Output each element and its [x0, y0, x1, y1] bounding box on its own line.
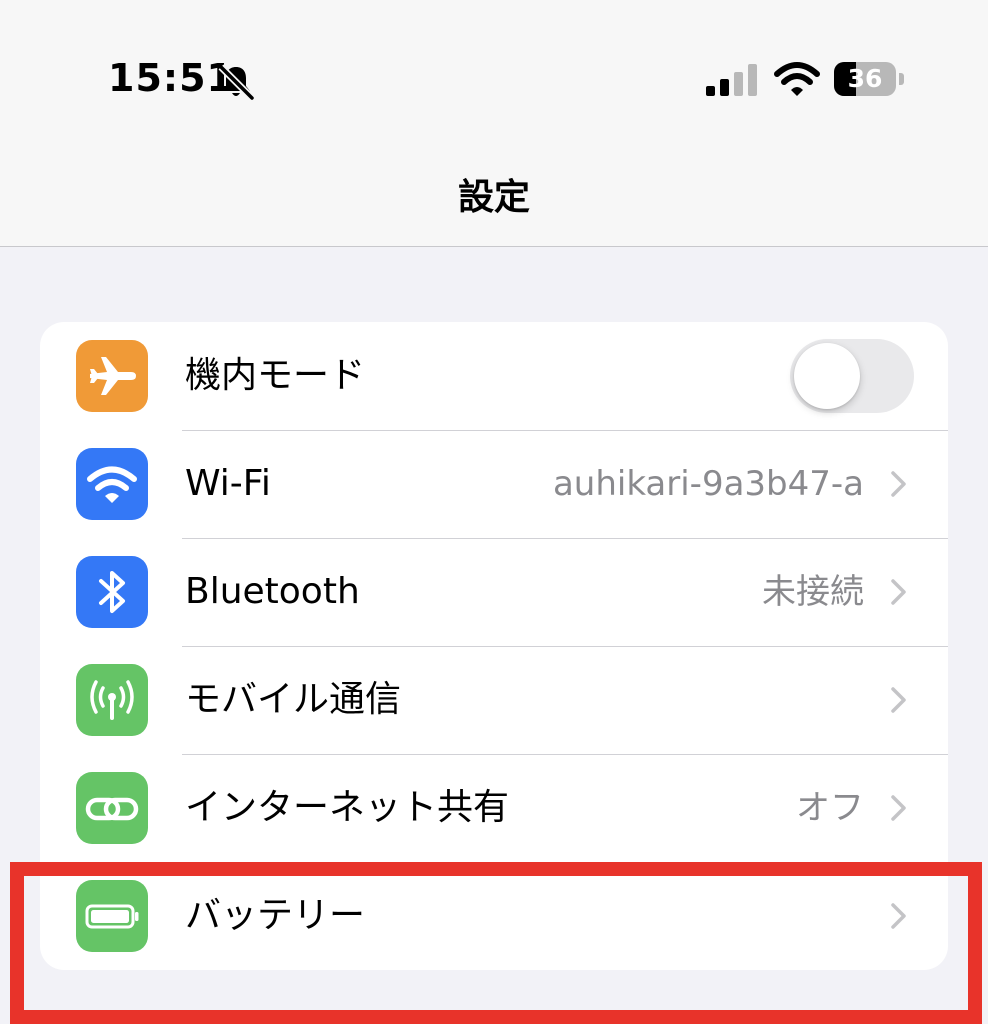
personal-hotspot-status: オフ [796, 788, 864, 828]
wifi-icon [774, 62, 820, 96]
chevron-right-icon [891, 687, 906, 713]
wifi-network-name: auhikari-9a3b47-a [552, 464, 864, 504]
page-title: 設定 [457, 177, 530, 218]
chevron-right-icon [891, 903, 906, 929]
settings-row-bluetooth[interactable]: Bluetooth 未接続 [40, 538, 948, 646]
bell-slash-icon [218, 64, 255, 101]
status-bar: 15:51 36 [0, 0, 988, 150]
settings-row-label: バッテリー [185, 895, 366, 936]
settings-row-label: モバイル通信 [185, 679, 402, 720]
chevron-right-icon [891, 795, 906, 821]
bluetooth-icon [76, 556, 148, 628]
wifi-icon [76, 448, 148, 520]
chevron-right-icon [891, 579, 906, 605]
airplane-icon [76, 340, 148, 412]
battery-percentage: 36 [847, 64, 883, 93]
settings-row-mobile-data[interactable]: モバイル通信 [40, 646, 948, 754]
bluetooth-status: 未接続 [762, 572, 864, 612]
personal-hotspot-icon [76, 772, 148, 844]
chevron-right-icon [891, 471, 906, 497]
battery-status-indicator: 36 [834, 62, 904, 96]
airplane-mode-toggle[interactable] [790, 339, 914, 413]
cellular-signal-icon [706, 64, 757, 96]
settings-row-battery[interactable]: バッテリー [40, 862, 948, 970]
settings-row-personal-hotspot[interactable]: インターネット共有 オフ [40, 754, 948, 862]
settings-row-label: Wi-Fi [185, 463, 271, 504]
settings-row-airplane-mode[interactable]: 機内モード [40, 322, 948, 430]
settings-row-label: 機内モード [185, 355, 366, 396]
navigation-header: 15:51 36 設定 [0, 0, 988, 247]
settings-row-label: インターネット共有 [185, 787, 510, 828]
settings-row-label: Bluetooth [185, 571, 360, 612]
settings-row-wifi[interactable]: Wi-Fi auhikari-9a3b47-a [40, 430, 948, 538]
battery-icon [76, 880, 148, 952]
battery-terminal [899, 73, 904, 85]
battery-level-bar: 36 [834, 62, 896, 96]
antenna-icon [76, 664, 148, 736]
toggle-knob [794, 343, 860, 409]
settings-screen: 15:51 36 設定 機内モード Wi-Fi auhikari-9a3b47-… [0, 0, 988, 1024]
settings-group: 機内モード Wi-Fi auhikari-9a3b47-a Bluetooth … [40, 322, 948, 970]
